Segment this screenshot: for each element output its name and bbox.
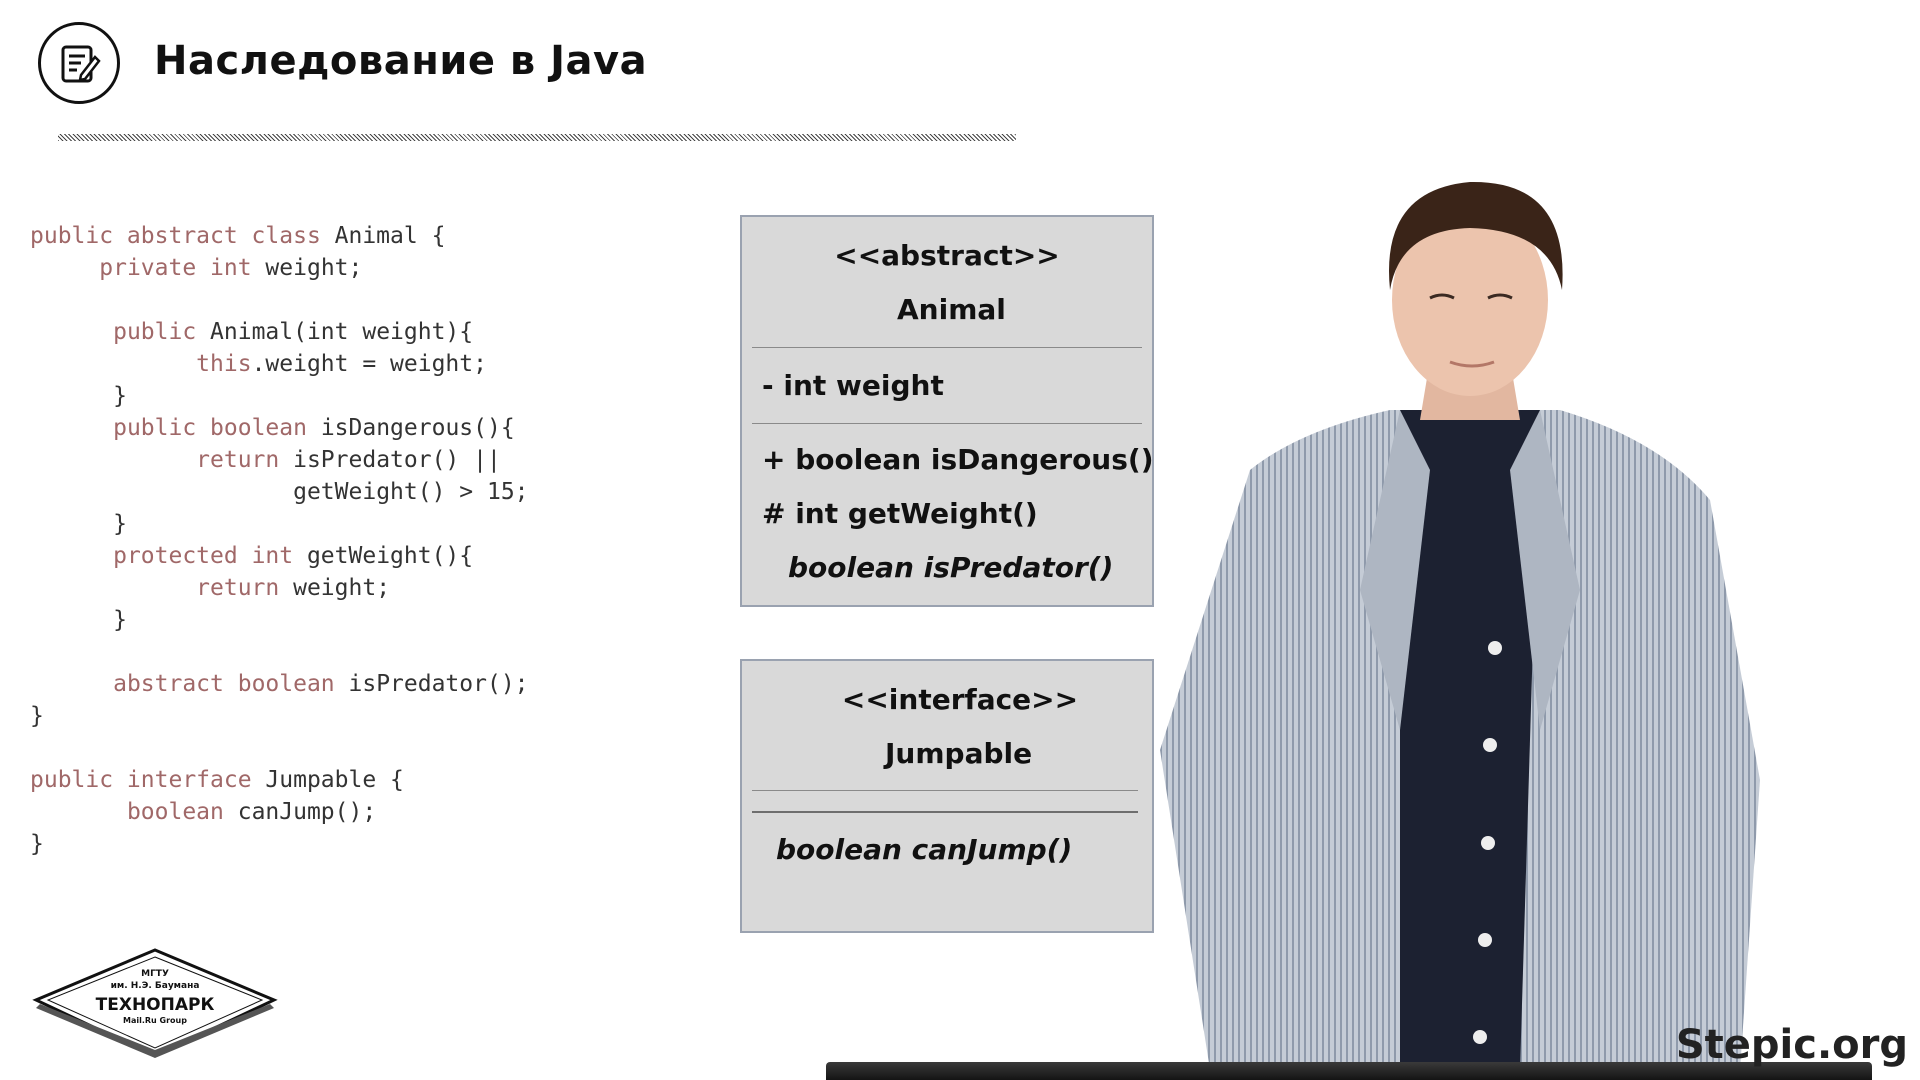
code-line: return isPredator() ||: [30, 444, 529, 476]
code-text: isPredator();: [334, 671, 529, 697]
code-line: abstract boolean isPredator();: [30, 668, 529, 700]
uml-divider: [752, 811, 1138, 813]
code-text: }: [30, 703, 44, 729]
code-text: weight;: [279, 575, 391, 601]
code-keyword: private int: [99, 255, 252, 281]
code-keyword: public abstract class: [30, 223, 321, 249]
uml-stereotype: <<interface>>: [841, 683, 1079, 716]
code-keyword: public boolean: [113, 415, 307, 441]
code-text: isPredator() ||: [279, 447, 501, 473]
presenter: [1100, 170, 1820, 1080]
code-text: Animal(int weight){: [196, 319, 474, 345]
code-text: .weight = weight;: [251, 351, 487, 377]
code-keyword: return: [196, 575, 280, 601]
document-edit-icon: [38, 22, 120, 104]
code-line: boolean canJump();: [30, 796, 529, 828]
code-keyword: abstract boolean: [113, 671, 335, 697]
code-keyword: this: [196, 351, 252, 377]
code-line: public abstract class Animal {: [30, 220, 529, 252]
uml-class-name: Animal: [897, 293, 1006, 326]
code-line: }: [30, 604, 529, 636]
uml-abstract-method: boolean canJump(): [776, 833, 1073, 866]
code-text: canJump();: [223, 799, 377, 825]
code-keyword: boolean: [126, 799, 224, 825]
code-text: Animal {: [320, 223, 446, 249]
uml-stereotype: <<abstract>>: [834, 239, 1060, 272]
code-text: isDangerous(){: [306, 415, 515, 441]
uml-divider: [752, 347, 1142, 348]
code-keyword: protected int: [113, 543, 294, 569]
code-line: getWeight() > 15;: [30, 476, 529, 508]
logo-line2: им. Н.Э. Баумана: [111, 981, 200, 991]
code-text: getWeight(){: [293, 543, 474, 569]
uml-divider: [752, 423, 1142, 424]
code-line: protected int getWeight(){: [30, 540, 529, 572]
logo-sub: Mail.Ru Group: [123, 1016, 187, 1025]
code-text: }: [113, 607, 127, 633]
code-text: weight;: [251, 255, 363, 281]
code-text: }: [113, 383, 127, 409]
uml-method: # int getWeight(): [762, 497, 1038, 530]
uml-abstract-method: boolean isPredator(): [788, 551, 1114, 584]
code-line: }: [30, 508, 529, 540]
code-keyword: public interface: [30, 767, 252, 793]
logo-name: ТЕХНОПАРК: [96, 995, 215, 1015]
uml-interface-name: Jumpable: [885, 737, 1033, 770]
logo-line1: МГТУ: [141, 969, 169, 979]
code-line: private int weight;: [30, 252, 529, 284]
code-line: }: [30, 700, 529, 732]
code-text: getWeight() > 15;: [293, 479, 529, 505]
code-line: this.weight = weight;: [30, 348, 529, 380]
stepic-watermark: Stepic.org: [1675, 1022, 1908, 1068]
uml-class-animal: <<abstract>> Animal - int weight + boole…: [740, 215, 1154, 607]
code-line: public interface Jumpable {: [30, 764, 529, 796]
code-line: return weight;: [30, 572, 529, 604]
code-line: }: [30, 380, 529, 412]
code-text: }: [113, 511, 127, 537]
uml-interface-jumpable: <<interface>> Jumpable boolean canJump(): [740, 659, 1154, 933]
uml-field: - int weight: [762, 369, 944, 402]
code-line: public Animal(int weight){: [30, 316, 529, 348]
technopark-logo: МГТУ им. Н.Э. Баумана ТЕХНОПАРК Mail.Ru …: [32, 948, 278, 1058]
code-keyword: return: [196, 447, 280, 473]
uml-method: + boolean isDangerous(): [762, 443, 1154, 476]
page-title: Наследование в Java: [154, 38, 648, 84]
uml-divider: [752, 790, 1138, 791]
code-line: }: [30, 828, 529, 860]
code-line: public boolean isDangerous(){: [30, 412, 529, 444]
code-listing: public abstract class Animal { private i…: [30, 220, 529, 860]
title-divider: [58, 134, 1016, 141]
code-text: Jumpable {: [251, 767, 404, 793]
code-keyword: public: [113, 319, 197, 345]
code-text: }: [30, 831, 44, 857]
